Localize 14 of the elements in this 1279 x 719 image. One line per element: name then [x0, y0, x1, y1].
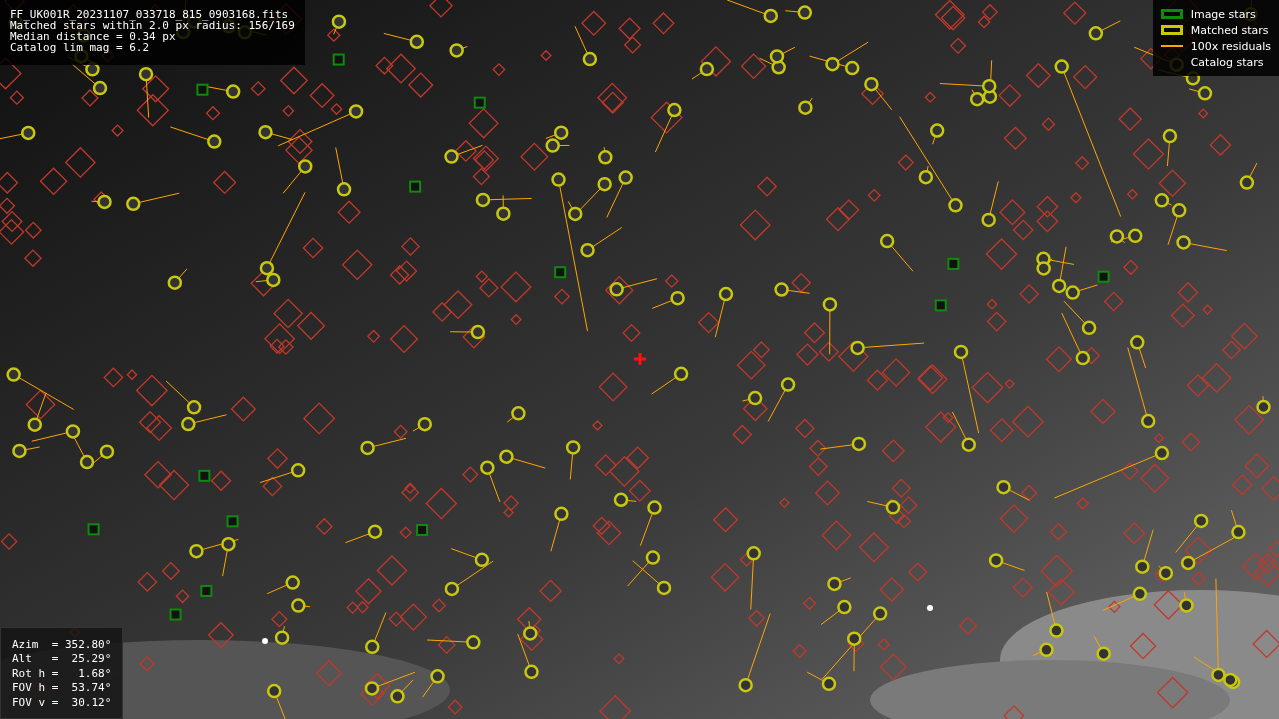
- pointing-line: Azim = 352.80°: [12, 637, 112, 652]
- pointing-line: FOV h = 53.74°: [12, 681, 112, 696]
- info-line: Matched stars within 2.0 px radius: 156/169: [10, 20, 295, 31]
- pointing-line: Alt = 25.29°: [12, 652, 112, 667]
- legend-label: 100x residuals: [1190, 39, 1271, 53]
- center-cross-icon: [634, 353, 646, 365]
- legend-label: Matched stars: [1190, 23, 1269, 37]
- pointing-line: FOV v = 30.12°: [12, 695, 112, 710]
- info-line: Catalog lim mag = 6.2: [10, 42, 151, 53]
- pointing-line: Rot h = 1.68°: [12, 666, 112, 681]
- info-line: Median distance = 0.34 px: [10, 31, 176, 42]
- legend-label: Image stars: [1190, 7, 1256, 21]
- info-line: FF_UK001R_20231107_033718_815_0903168.fits: [10, 9, 290, 20]
- legend-label: Catalog stars: [1190, 55, 1264, 69]
